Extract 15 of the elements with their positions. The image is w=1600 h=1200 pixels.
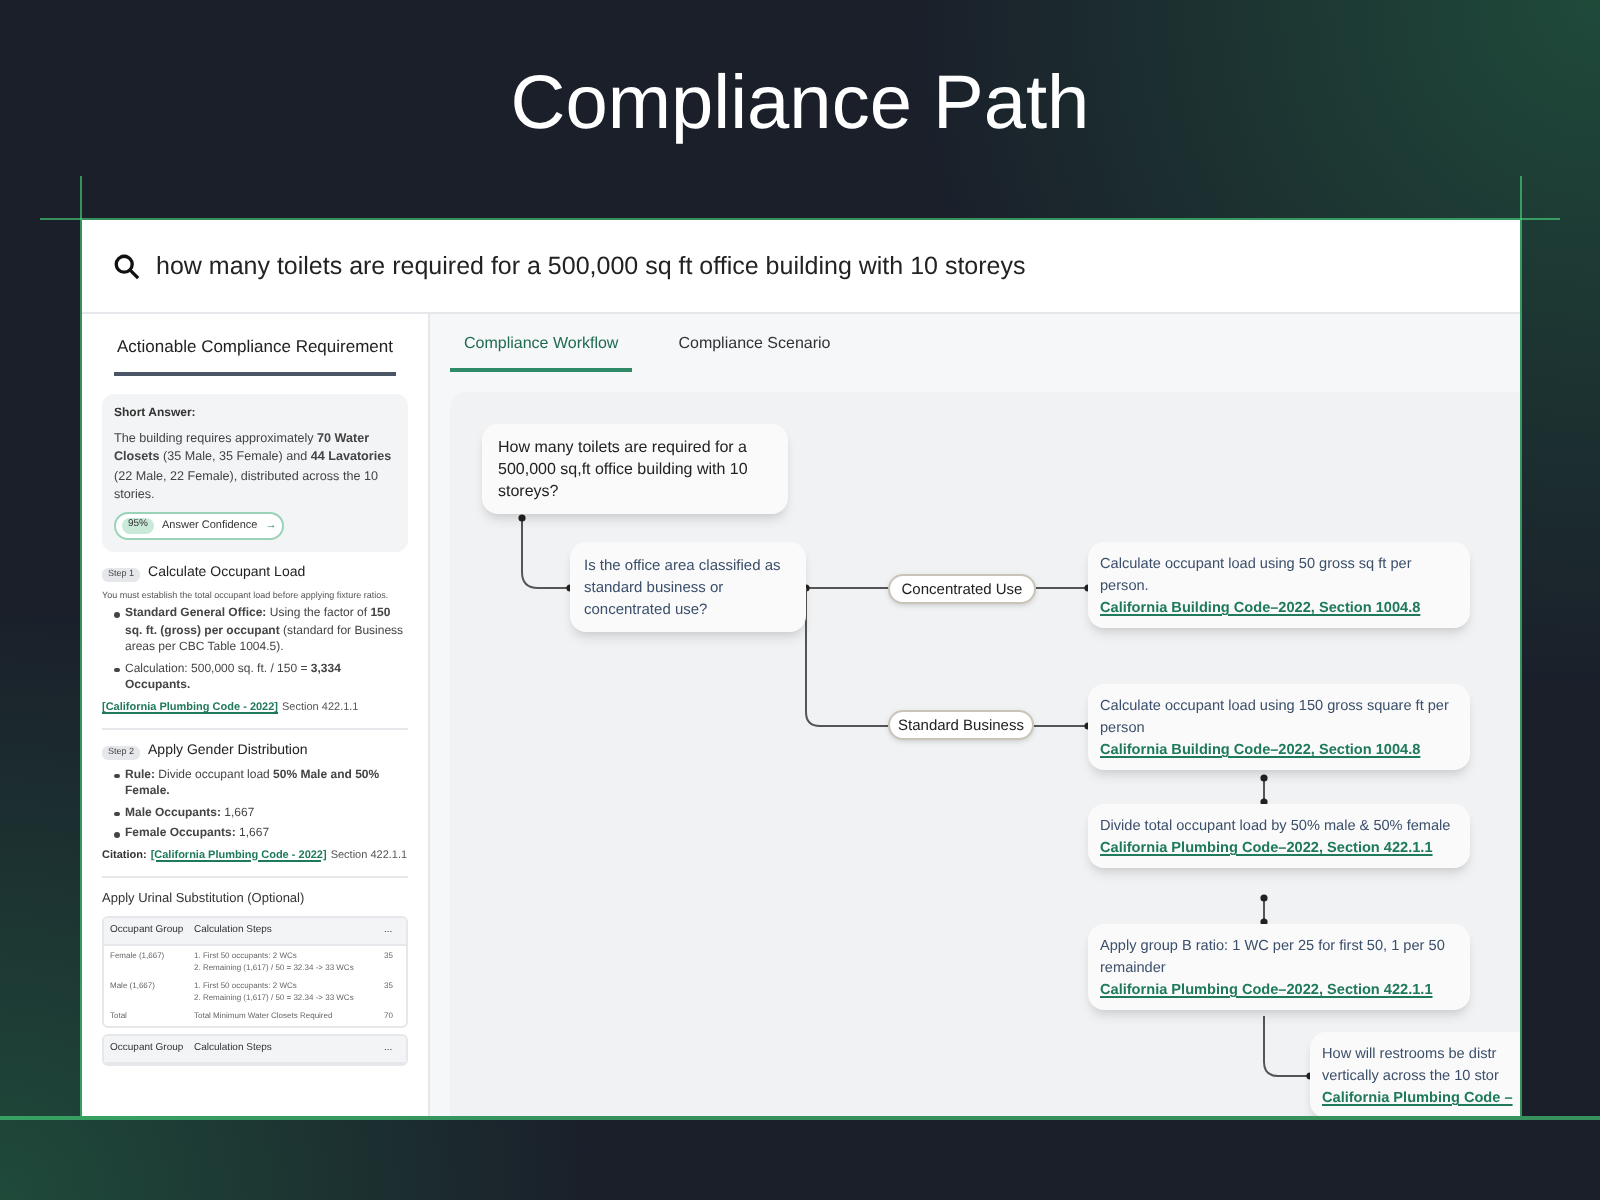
workflow-tab[interactable]: Compliance Scenario — [664, 332, 845, 372]
workflow-tab[interactable]: Compliance Workflow — [450, 332, 633, 372]
connector-line — [1260, 774, 1268, 806]
search-icon — [114, 253, 140, 279]
connector-line — [518, 514, 574, 592]
panel-tab[interactable]: Actionable Compliance Requirement — [114, 314, 396, 376]
bullet-icon — [114, 832, 119, 837]
bullet-icon — [114, 773, 119, 778]
bullet-icon — [114, 612, 119, 618]
bullet-icon — [114, 811, 119, 816]
page-title: Compliance Path — [510, 60, 1090, 148]
bullet-icon — [114, 667, 119, 673]
node-text: How many toilets are required for a 500,000 sq,ft office building with 10 storeys? — [498, 436, 750, 502]
connector-line — [1263, 1015, 1314, 1080]
connector-line — [1260, 894, 1268, 926]
